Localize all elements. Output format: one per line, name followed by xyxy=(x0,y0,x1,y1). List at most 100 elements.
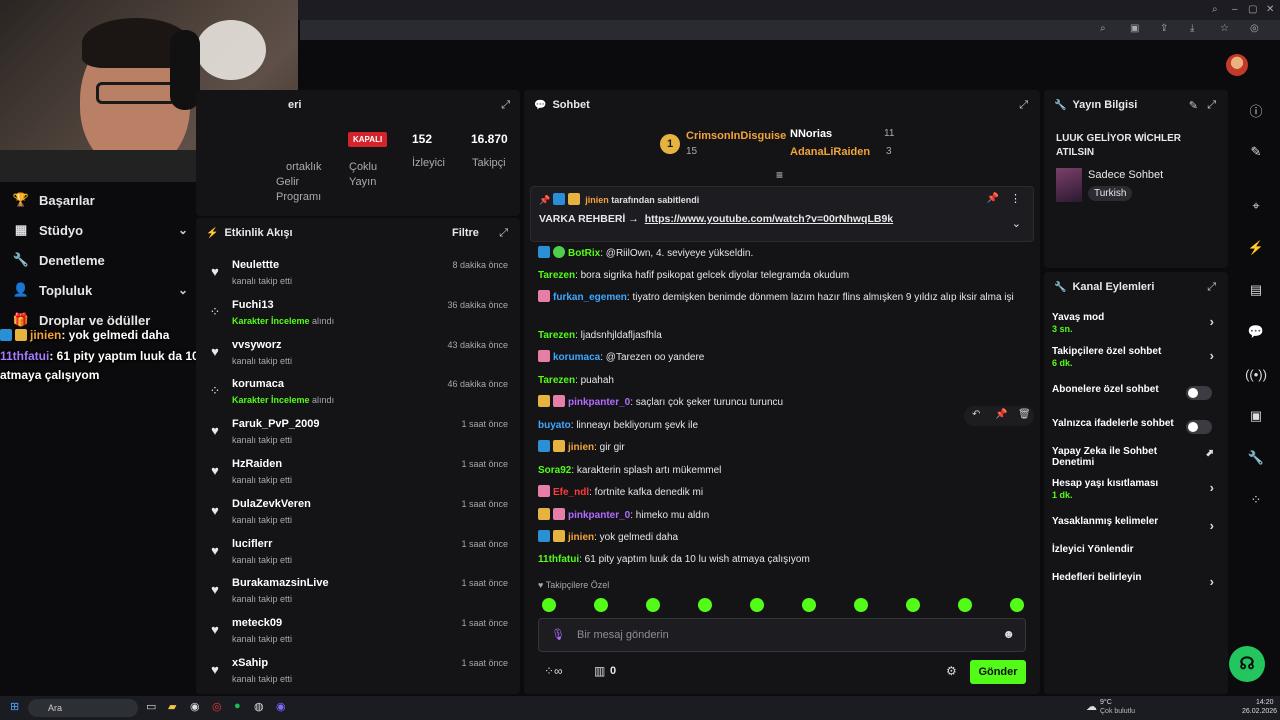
emote-icon[interactable] xyxy=(854,598,868,612)
top-gifter-name[interactable]: NNorias xyxy=(790,128,832,140)
channel-action-item[interactable]: Takipçilere özel sohbet 6 dk. › xyxy=(1052,346,1220,368)
document-icon[interactable]: ▤ xyxy=(1246,280,1266,300)
emote-icon[interactable] xyxy=(542,598,556,612)
chat-message[interactable]: buyato: linneayı bekliyorum şevk ile xyxy=(538,418,1024,433)
chat-username[interactable]: Efe_ndl xyxy=(553,487,589,498)
activity-user[interactable]: Faruk_PvP_2009 xyxy=(232,418,319,430)
opera-icon[interactable]: ◎ xyxy=(212,700,222,713)
send-button[interactable]: Gönder xyxy=(970,660,1026,684)
activity-user[interactable]: xSahip xyxy=(232,657,268,669)
chat-message[interactable]: furkan_egemen: tiyatro demişken benimde … xyxy=(538,290,1024,305)
microphone-icon[interactable]: 🎙 xyxy=(551,628,565,641)
chat-username[interactable]: furkan_egemen xyxy=(553,292,627,303)
chat-input[interactable]: 🎙 Bir mesaj gönderin ☻ xyxy=(538,618,1026,652)
chat-message[interactable]: jinien: gir gir xyxy=(538,440,1024,455)
channel-action-item[interactable]: İzleyici Yönlendir xyxy=(1052,544,1220,555)
list-item[interactable]: ♥ HzRaiden kanalı takip etti 1 saat önce xyxy=(196,455,520,495)
chat-message[interactable]: jinien: yok gelmedi daha xyxy=(538,530,1024,545)
sidebar-item-moderation[interactable]: 🔧 Denetleme xyxy=(12,248,188,272)
gear-icon[interactable]: ⚙ xyxy=(946,664,957,678)
chat-username[interactable]: jinien xyxy=(568,442,594,453)
chat-username[interactable]: Tarezen xyxy=(538,375,575,386)
activity-user[interactable]: Fuchi13 xyxy=(232,299,274,311)
activity-user[interactable]: vvsyworz xyxy=(232,339,282,351)
app-icon[interactable]: ◉ xyxy=(190,700,200,713)
spotify-icon[interactable]: ● xyxy=(234,700,241,712)
expand-icon[interactable]: ⤢ xyxy=(499,227,508,240)
reward-icon[interactable]: ⁘ xyxy=(1246,490,1266,510)
chat-username[interactable]: buyato xyxy=(538,420,571,431)
channel-action-item[interactable]: Yapay Zeka ile Sohbet Denetimi ⬈ xyxy=(1052,446,1220,468)
download-icon[interactable]: ⤓ xyxy=(1190,23,1194,34)
filter-button[interactable]: Filtre xyxy=(452,227,479,239)
list-item[interactable]: ♥ BurakamazsinLive kanalı takip etti 1 s… xyxy=(196,574,520,614)
chat-message[interactable]: pinkpanter_0: himeko mu aldın xyxy=(538,508,1024,523)
layout-icon[interactable]: ▣ xyxy=(1246,406,1266,426)
ai-icon[interactable]: ◎ xyxy=(1250,23,1259,34)
address-bar[interactable]: ⌕ ▣ ⇪ ⤓ ☆ ◎ xyxy=(300,20,1280,40)
search-icon[interactable]: ⌕ xyxy=(1212,4,1218,15)
chat-username[interactable]: jinien xyxy=(568,532,594,543)
chevron-down-icon[interactable]: ⌄ xyxy=(1012,217,1021,230)
emoji-icon[interactable]: ☻ xyxy=(1002,627,1015,641)
top-gifter-name[interactable]: CrimsonInDisguise xyxy=(686,130,786,142)
chat-message[interactable]: Tarezen: bora sigrika hafif psikopat gel… xyxy=(538,268,1024,283)
store-icon[interactable]: ▥ xyxy=(594,664,605,678)
chat-message[interactable]: 11thfatui: 61 pity yaptım luuk da 10 lu … xyxy=(538,552,1024,567)
list-item[interactable]: ♥ vvsyworz kanalı takip etti 43 dakika ö… xyxy=(196,336,520,376)
emote-icon[interactable] xyxy=(594,598,608,612)
minimize-icon[interactable]: – xyxy=(1232,4,1238,15)
list-item[interactable]: ♥ DulaZevkVeren kanalı takip etti 1 saat… xyxy=(196,495,520,535)
channel-action-item[interactable]: Yalnızca ifadelerle sohbet xyxy=(1052,418,1220,434)
list-item[interactable]: ♥ meteck09 kanalı takip etti 1 saat önce xyxy=(196,614,520,654)
taskbar-search[interactable]: Ara xyxy=(28,699,138,717)
chat-message[interactable]: Tarezen: puahah xyxy=(538,373,1024,388)
collapse-icon[interactable]: ≡ xyxy=(776,168,783,182)
chat-message[interactable]: Tarezen: ljadsnhjldafljasfhla xyxy=(538,328,1024,343)
avatar[interactable] xyxy=(1226,54,1248,76)
tag-chip[interactable]: Turkish xyxy=(1088,186,1133,201)
maximize-icon[interactable]: ▢ xyxy=(1248,4,1257,15)
chat-message[interactable]: Sora92: karakterin splash artı mükemmel xyxy=(538,463,1024,478)
emote-icon[interactable] xyxy=(906,598,920,612)
list-item[interactable]: ♥ Faruk_PvP_2009 kanalı takip etti 1 saa… xyxy=(196,415,520,455)
pencil-icon[interactable]: ✎ xyxy=(1189,99,1198,112)
sidebar-item-studio[interactable]: ▦ Stüdyo ⌄ xyxy=(12,218,188,242)
chat-icon[interactable]: 💬 xyxy=(1246,322,1266,342)
activity-user[interactable]: korumaca xyxy=(232,378,284,390)
channel-action-item[interactable]: Hedefleri belirleyin › xyxy=(1052,572,1220,589)
discord-icon[interactable]: ◉ xyxy=(276,700,286,713)
channel-action-item[interactable]: Yasaklanmış kelimeler › xyxy=(1052,516,1220,533)
help-icon[interactable]: ☊ xyxy=(1229,646,1265,682)
pencil-icon[interactable]: ✎ xyxy=(1246,142,1266,162)
channel-action-item[interactable]: Abonelere özel sohbet xyxy=(1052,384,1220,400)
pinned-link[interactable]: https://www.youtube.com/watch?v=00rNhwqL… xyxy=(645,213,893,225)
chat-username[interactable]: korumaca xyxy=(553,352,600,363)
steam-icon[interactable]: ◍ xyxy=(254,700,264,713)
emote-icon[interactable] xyxy=(958,598,972,612)
chat-username[interactable]: Tarezen xyxy=(538,330,575,341)
expand-icon[interactable]: ⤢ xyxy=(1207,281,1216,294)
trash-icon[interactable]: 🗑 xyxy=(1018,409,1031,420)
activity-user[interactable]: meteck09 xyxy=(232,617,282,629)
list-item[interactable]: ⁘ korumaca Karakter İnceleme alındı 46 d… xyxy=(196,375,520,415)
chat-username[interactable]: pinkpanter_0 xyxy=(568,397,630,408)
chat-username[interactable]: Tarezen xyxy=(538,270,575,281)
activity-user[interactable]: luciflerr xyxy=(232,538,272,550)
chat-message[interactable]: korumaca: @Tarezen oo yandere xyxy=(538,350,1024,365)
channel-action-item[interactable]: Hesap yaşı kısıtlaması 1 dk. › xyxy=(1052,478,1220,500)
list-item[interactable]: ♥ luciflerr kanalı takip etti 1 saat önc… xyxy=(196,535,520,575)
folder-icon[interactable]: ▰ xyxy=(168,700,176,713)
activity-user[interactable]: Neulettte xyxy=(232,259,279,271)
close-icon[interactable]: ✕ xyxy=(1266,4,1274,15)
extension-icon[interactable]: ▣ xyxy=(1130,23,1139,34)
chat-username[interactable]: pinkpanter_0 xyxy=(568,510,630,521)
wrench-icon[interactable]: 🔧 xyxy=(1246,448,1266,468)
pin-icon[interactable]: 📌 xyxy=(995,409,1007,420)
emote-icon[interactable] xyxy=(698,598,712,612)
pin-icon[interactable]: 📌 xyxy=(987,193,999,204)
category-name[interactable]: Sadece Sohbet xyxy=(1088,169,1163,181)
info-icon[interactable]: ⓘ xyxy=(1246,100,1266,120)
activity-user[interactable]: HzRaiden xyxy=(232,458,282,470)
expand-icon[interactable]: ⤢ xyxy=(1207,99,1216,112)
